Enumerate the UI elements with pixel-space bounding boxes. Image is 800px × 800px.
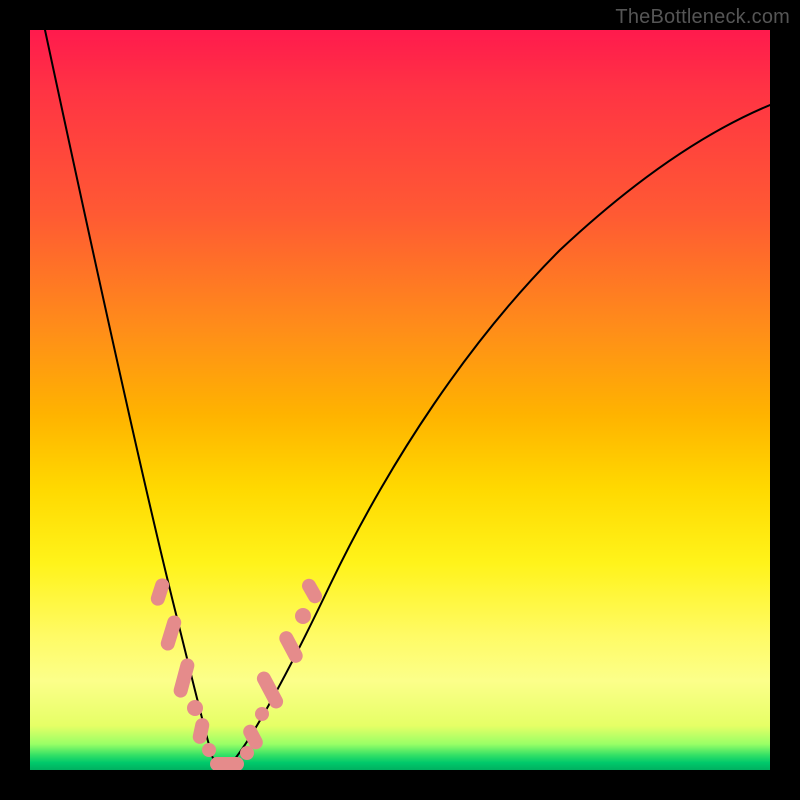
bottleneck-curve <box>45 30 770 768</box>
plot-area <box>30 30 770 770</box>
data-marker <box>299 576 324 606</box>
data-marker <box>210 757 244 770</box>
data-marker <box>254 669 285 711</box>
chart-svg <box>30 30 770 770</box>
data-marker <box>159 614 183 653</box>
data-marker <box>149 577 171 608</box>
watermark-text: TheBottleneck.com <box>615 6 790 29</box>
data-marker <box>240 746 254 760</box>
data-marker <box>202 743 216 757</box>
data-marker <box>277 629 305 666</box>
data-marker <box>295 608 311 624</box>
chart-frame: TheBottleneck.com <box>0 0 800 800</box>
data-marker <box>255 707 269 721</box>
data-marker <box>187 700 203 716</box>
